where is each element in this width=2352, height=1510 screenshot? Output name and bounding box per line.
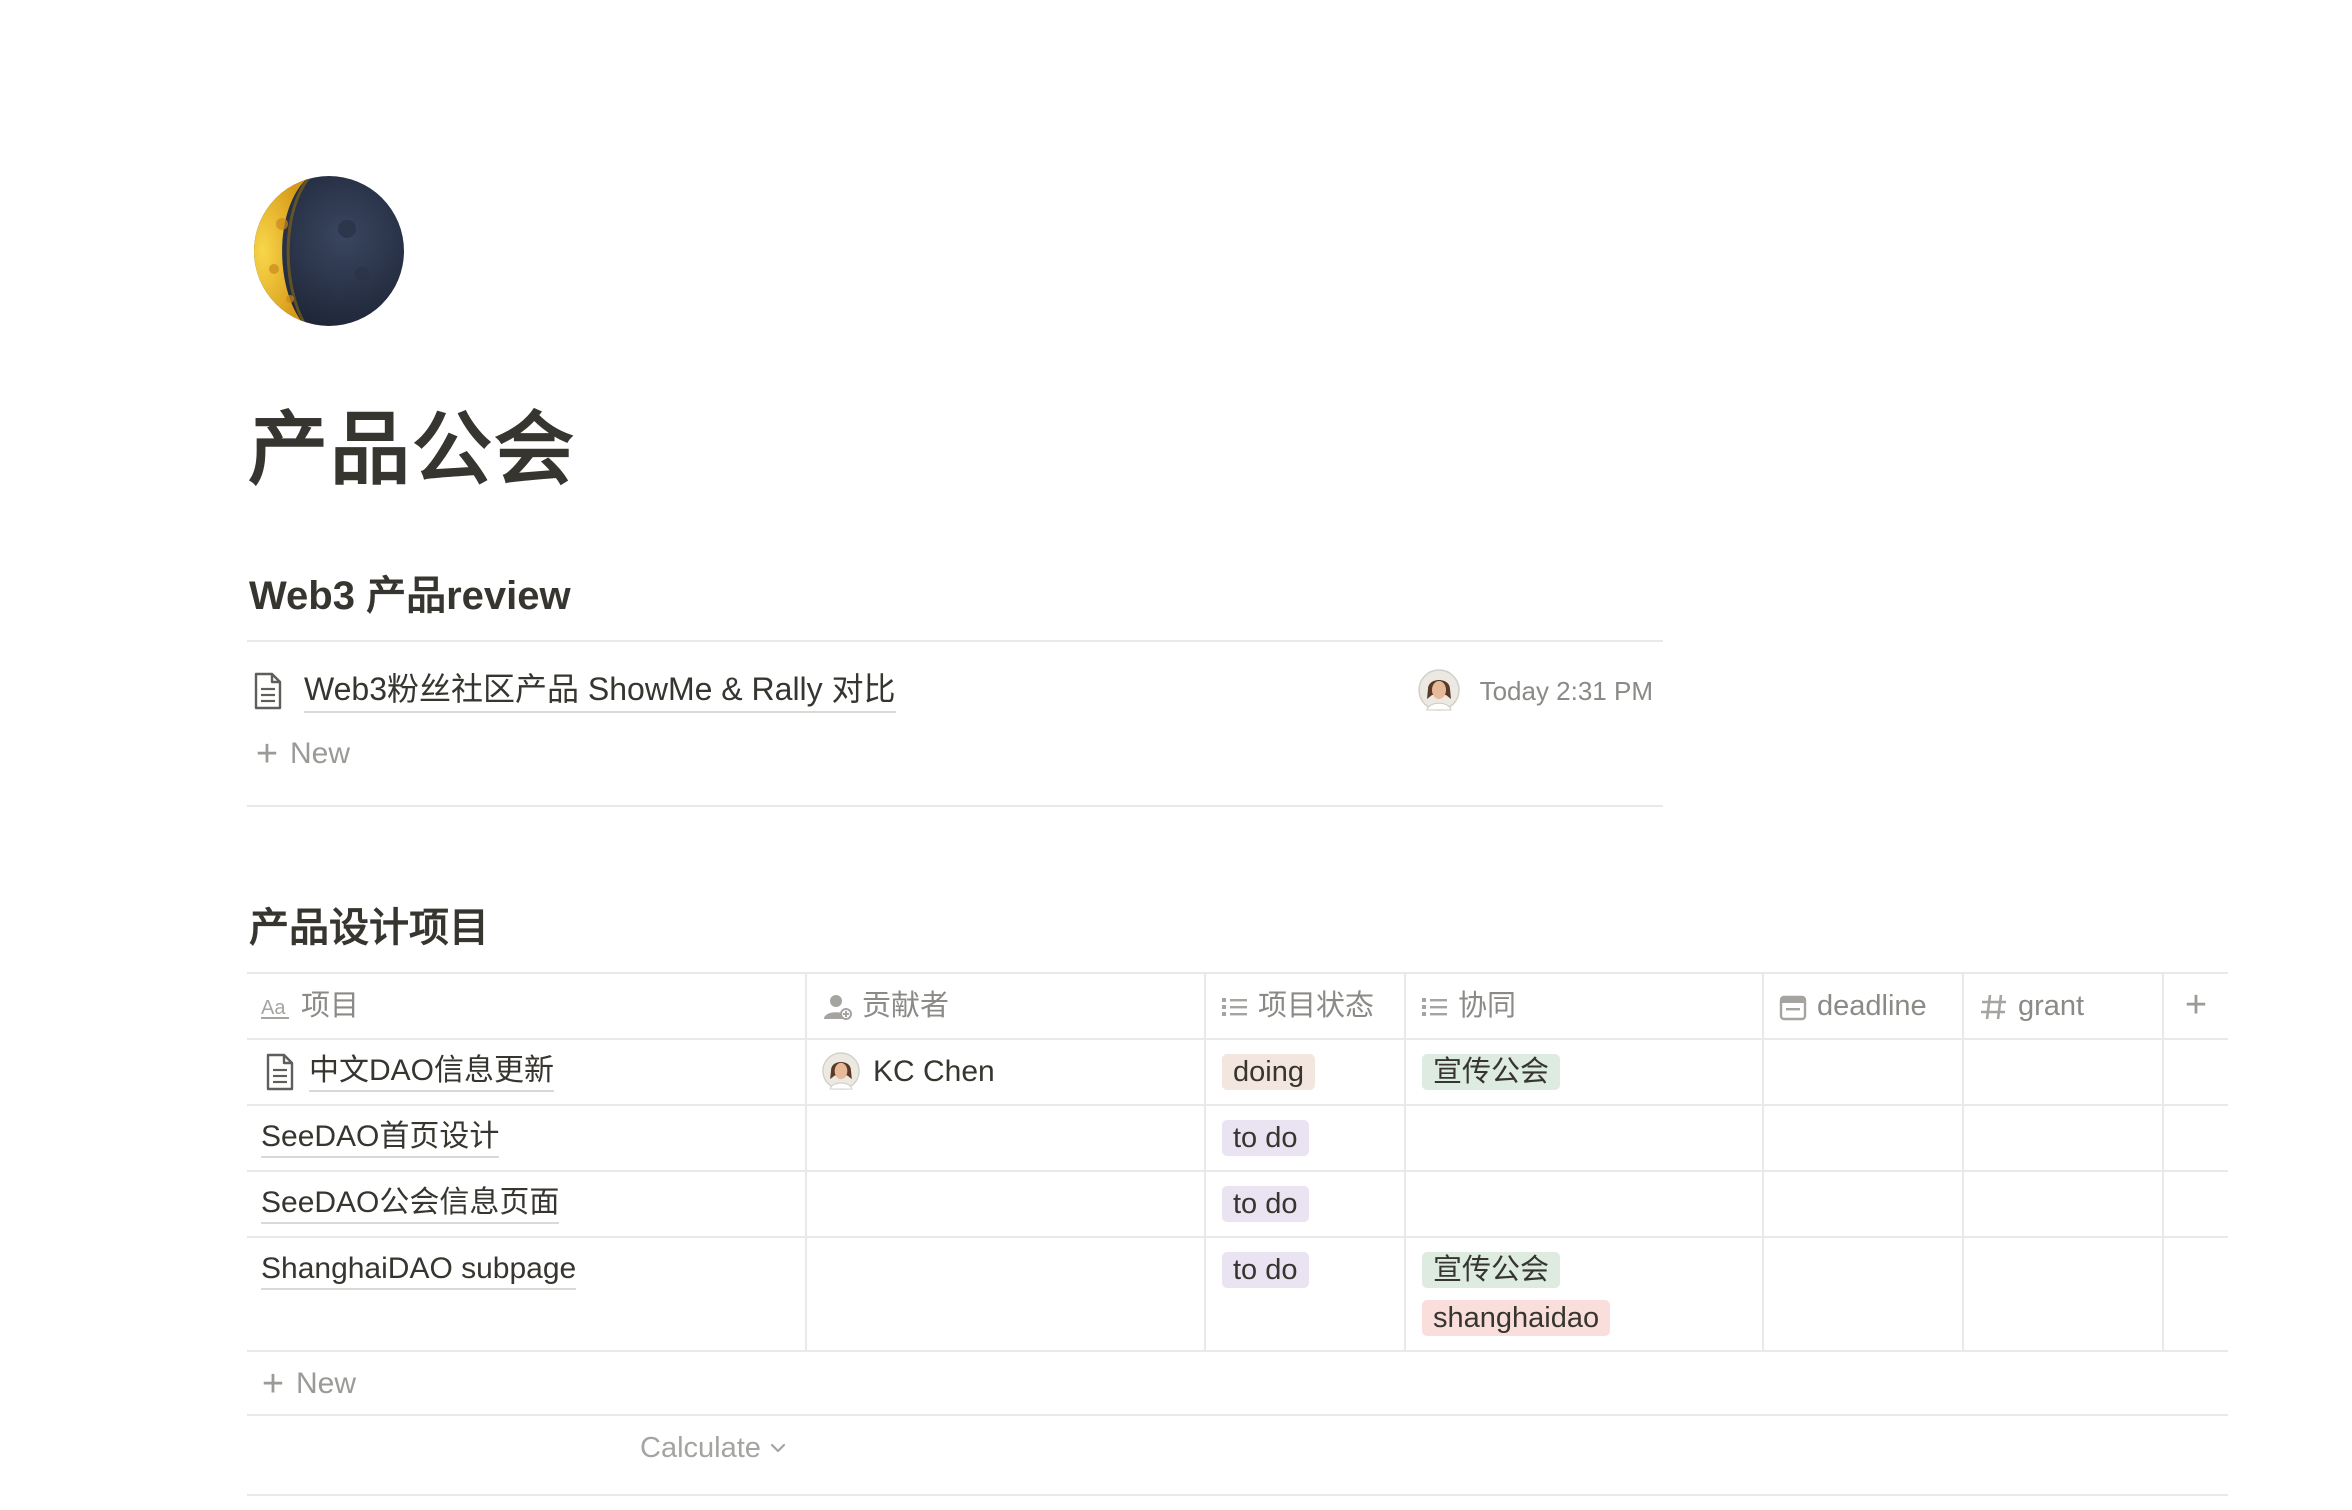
- plus-icon: +: [255, 733, 279, 775]
- table-row-border: [247, 1104, 2228, 1106]
- avatar: [822, 1052, 860, 1095]
- collab-tag: 宣传公会: [1422, 1054, 1561, 1090]
- number-icon: [1980, 973, 2008, 1039]
- status-tag: doing: [1222, 1054, 1315, 1090]
- project-title[interactable]: 中文DAO信息更新: [309, 1052, 555, 1092]
- status-tag: to do: [1222, 1252, 1309, 1288]
- list-item-title[interactable]: Web3粉丝社区产品 ShowMe & Rally 对比: [304, 667, 896, 713]
- column-header-deadline[interactable]: deadline: [1779, 973, 1927, 1039]
- status-tag: to do: [1222, 1186, 1309, 1222]
- table-new-button[interactable]: + New: [258, 1362, 356, 1406]
- page-title[interactable]: 产品公会: [248, 398, 576, 502]
- project-title[interactable]: ShanghaiDAO subpage: [261, 1250, 577, 1290]
- projects-section-title[interactable]: 产品设计项目: [249, 902, 489, 954]
- table-new-border: [247, 1414, 2228, 1416]
- column-divider[interactable]: [1204, 972, 1206, 1352]
- column-header-contributor[interactable]: 贡献者: [822, 973, 949, 1039]
- column-divider[interactable]: [1962, 972, 1964, 1352]
- review-section-title[interactable]: Web3 产品review: [249, 570, 571, 622]
- review-new-button[interactable]: + New: [252, 732, 350, 776]
- status-tag: to do: [1222, 1120, 1309, 1156]
- list-icon: [1222, 973, 1248, 1039]
- column-header-collab[interactable]: 协同: [1422, 973, 1516, 1039]
- text-property-icon: Aa: [261, 973, 291, 1039]
- column-header-project[interactable]: Aa 项目: [261, 973, 359, 1039]
- table-row-border: [247, 1350, 2228, 1352]
- person-icon: [822, 973, 852, 1039]
- collab-tag: shanghaidao: [1422, 1300, 1611, 1336]
- svg-text:Aa: Aa: [261, 997, 286, 1019]
- project-title[interactable]: SeeDAO首页设计: [261, 1118, 500, 1158]
- edited-time: Today 2:31 PM: [1479, 676, 1653, 706]
- table-calc-border: [247, 1494, 2228, 1496]
- column-divider[interactable]: [805, 972, 807, 1352]
- column-divider[interactable]: [1404, 972, 1406, 1352]
- column-divider[interactable]: [1762, 972, 1764, 1352]
- plus-icon: +: [261, 1363, 285, 1405]
- review-top-divider: [247, 640, 1663, 642]
- table-row-border: [247, 1236, 2228, 1238]
- project-title[interactable]: SeeDAO公会信息页面: [261, 1184, 560, 1224]
- avatar[interactable]: [1418, 669, 1460, 716]
- collab-tag: 宣传公会: [1422, 1252, 1561, 1288]
- calculate-dropdown[interactable]: Calculate: [640, 1428, 787, 1479]
- review-bottom-divider: [247, 805, 1663, 807]
- column-header-grant[interactable]: grant: [1980, 973, 2084, 1039]
- document-icon: [253, 672, 283, 710]
- table-row-border: [247, 1170, 2228, 1172]
- column-header-status[interactable]: 项目状态: [1222, 973, 1374, 1039]
- add-property-button[interactable]: +: [2164, 973, 2228, 1039]
- document-icon: [265, 1053, 295, 1091]
- list-icon: [1422, 973, 1448, 1039]
- list-item[interactable]: Web3粉丝社区产品 ShowMe & Rally 对比 Today 2:31 …: [247, 662, 1663, 718]
- calendar-icon: [1779, 973, 1807, 1039]
- waning-crescent-moon-icon[interactable]: [252, 174, 406, 328]
- chevron-down-icon: [769, 1428, 787, 1479]
- contributor-name: KC Chen: [873, 1055, 995, 1088]
